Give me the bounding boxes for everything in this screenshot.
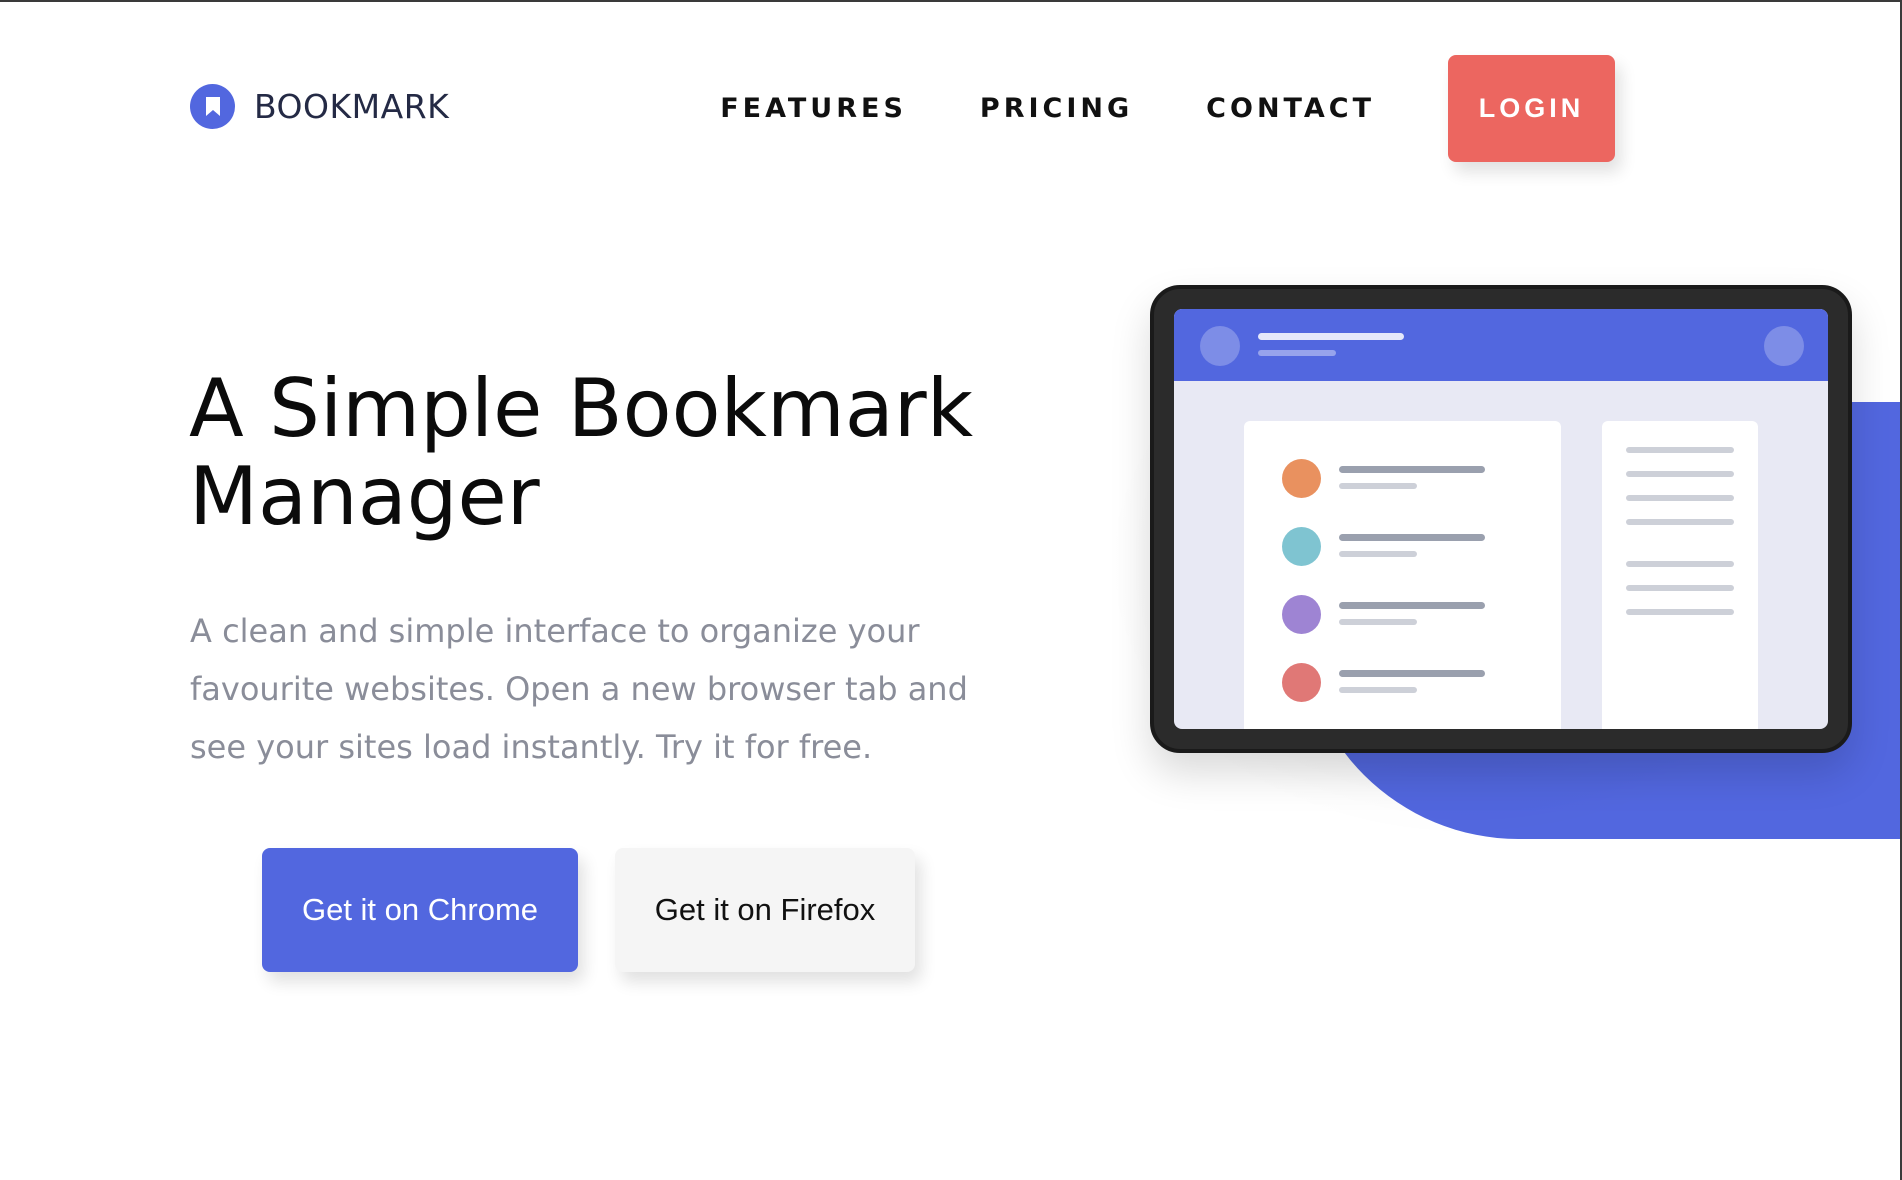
list-item-dot-icon [1282,663,1321,702]
tablet-screen [1174,309,1828,729]
login-button[interactable]: LOGIN [1448,55,1615,162]
list-item-line [1339,534,1485,541]
hero-subtitle: A clean and simple interface to organize… [190,612,968,766]
side-line [1626,495,1734,501]
nav-link-features[interactable]: FEATURES [720,93,907,124]
list-item-dot-icon [1282,459,1321,498]
side-line [1626,561,1734,567]
header-line [1258,333,1404,340]
header-avatar-icon [1200,326,1240,366]
logo[interactable]: BOOKMARK [190,84,449,129]
list-item-line [1339,466,1485,473]
list-item-dot-icon [1282,595,1321,634]
list-item-line-short [1339,483,1417,489]
list-item-line [1339,602,1485,609]
side-line [1626,585,1734,591]
hero-title: A Simple Bookmark Manager [189,362,974,543]
list-item-line-short [1339,551,1417,557]
get-chrome-button[interactable]: Get it on Chrome [262,848,578,972]
get-firefox-button[interactable]: Get it on Firefox [615,848,915,972]
side-line [1626,519,1734,525]
list-item-line-short [1339,687,1417,693]
bookmark-list-card [1244,421,1561,729]
list-item-dot-icon [1282,527,1321,566]
header-line-short [1258,350,1336,356]
side-line [1626,609,1734,615]
tablet-screen-header [1174,309,1828,381]
bookmark-logo-icon [190,84,235,129]
side-line [1626,447,1734,453]
side-line [1626,471,1734,477]
list-item-line [1339,670,1485,677]
list-item-line-short [1339,619,1417,625]
logo-text: BOOKMARK [254,87,450,126]
nav-link-contact[interactable]: CONTACT [1206,93,1375,124]
header-menu-icon [1764,326,1804,366]
main-nav: FEATURES PRICING CONTACT LOGIN [720,55,1615,162]
tablet-illustration [1150,285,1852,753]
page: BOOKMARK FEATURES PRICING CONTACT LOGIN … [0,0,1902,1180]
nav-link-pricing[interactable]: PRICING [980,93,1133,124]
cta-buttons: Get it on Chrome Get it on Firefox [262,848,915,972]
side-panel-card [1602,421,1758,729]
